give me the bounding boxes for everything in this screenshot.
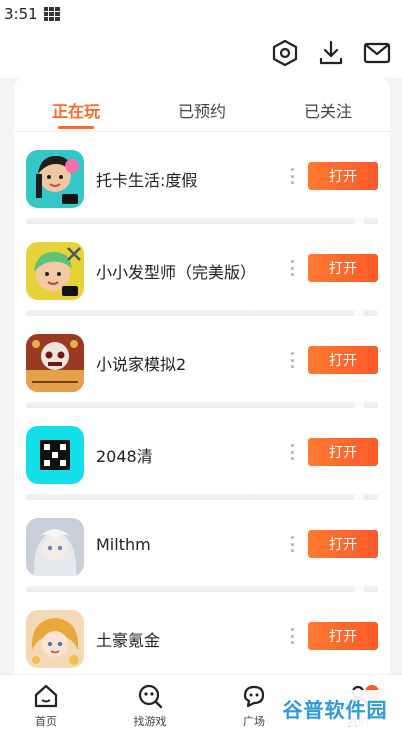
game-row[interactable]: 托卡生活:度假 打开: [14, 138, 390, 230]
status-bar: 3:51: [0, 0, 402, 28]
more-options-icon[interactable]: [290, 260, 294, 276]
more-options-icon[interactable]: [290, 352, 294, 368]
more-options-icon[interactable]: [290, 168, 294, 184]
row-divider: [26, 494, 378, 500]
find-game-icon: [138, 684, 163, 709]
tab-reserved[interactable]: 已预约: [178, 98, 226, 122]
game-name: 小小发型师（完美版）: [96, 263, 257, 282]
mail-icon[interactable]: [363, 39, 391, 67]
novelist-simulator-icon[interactable]: [26, 334, 84, 392]
nav-item-find-game[interactable]: 找游戏: [115, 683, 185, 729]
tab-playing[interactable]: 正在玩: [52, 98, 100, 122]
more-options-icon[interactable]: [290, 444, 294, 460]
open-game-button[interactable]: 打开: [308, 346, 378, 374]
toca-life-vacation-icon[interactable]: [26, 150, 84, 208]
tab-bar: 正在玩 已预约 已关注: [14, 78, 390, 132]
nav-item-home[interactable]: 首页: [11, 683, 81, 729]
row-divider: [26, 218, 378, 224]
app-grid-status-icon: [43, 7, 60, 21]
open-game-button[interactable]: 打开: [308, 162, 378, 190]
game-row[interactable]: 2048清 打开: [14, 414, 390, 506]
status-time: 3:51: [4, 5, 38, 23]
game-list-card: 正在玩 已预约 已关注 托卡生活:度假 打开 小小发型师（完美版） 打开 小说家…: [14, 78, 390, 674]
open-game-button[interactable]: 打开: [308, 622, 378, 650]
active-tab-indicator: [58, 126, 94, 129]
open-game-button[interactable]: 打开: [308, 438, 378, 466]
game-row[interactable]: 小小发型师（完美版） 打开: [14, 230, 390, 322]
hair-stylist-icon[interactable]: [26, 242, 84, 300]
more-options-icon[interactable]: [290, 628, 294, 644]
top-bar: [0, 28, 402, 78]
game-name: Milthm: [96, 535, 151, 554]
game-name: 托卡生活:度假: [96, 171, 198, 190]
nav-label: 首页: [35, 715, 57, 728]
open-game-button[interactable]: 打开: [308, 254, 378, 282]
tab-followed[interactable]: 已关注: [304, 98, 352, 122]
game-name: 小说家模拟2: [96, 355, 187, 374]
home-icon: [34, 684, 58, 708]
more-options-icon[interactable]: [290, 536, 294, 552]
game-row[interactable]: Milthm 打开: [14, 506, 390, 598]
row-divider: [26, 586, 378, 592]
game-row[interactable]: 土豪氪金 打开: [14, 598, 390, 674]
settings-hexagon-icon[interactable]: [271, 39, 299, 67]
open-game-button[interactable]: 打开: [308, 530, 378, 558]
milthm-icon[interactable]: [26, 518, 84, 576]
watermark: 谷普软件园: [276, 690, 394, 726]
game-row[interactable]: 小说家模拟2 打开: [14, 322, 390, 414]
game-name: 土豪氪金: [96, 631, 161, 650]
square-chat-icon: [243, 685, 265, 708]
2048-icon[interactable]: [26, 426, 84, 484]
nav-label: 找游戏: [133, 715, 167, 728]
row-divider: [26, 310, 378, 316]
tuhao-kejin-icon[interactable]: [26, 610, 84, 668]
row-divider: [26, 402, 378, 408]
download-icon[interactable]: [317, 39, 345, 67]
game-name: 2048清: [96, 447, 153, 466]
